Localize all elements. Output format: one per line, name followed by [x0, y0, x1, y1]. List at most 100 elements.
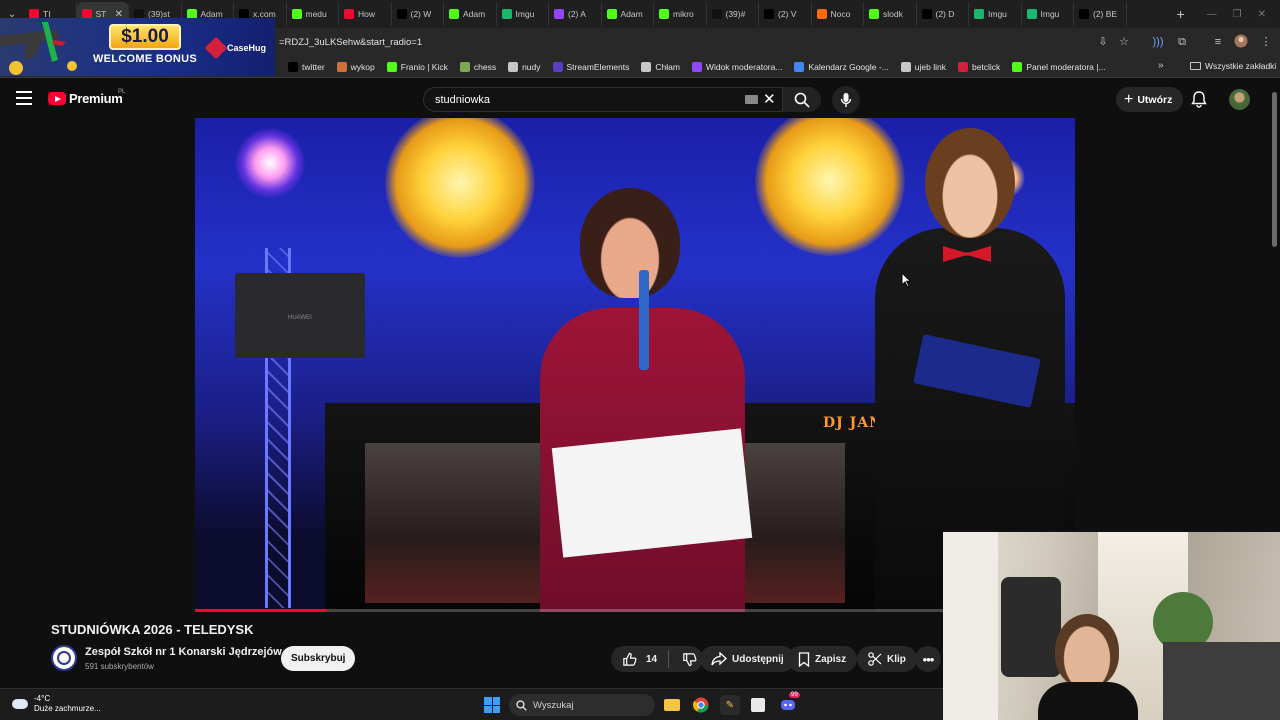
- tab-title: slodk: [883, 9, 903, 19]
- channel-name[interactable]: Zespół Szkół nr 1 Konarski Jędrzejów: [85, 646, 282, 658]
- browser-tab[interactable]: (2) W: [392, 2, 444, 26]
- search-icon: [516, 699, 527, 711]
- moving-head-light: [235, 128, 305, 198]
- search-button[interactable]: [783, 87, 821, 112]
- browser-tab[interactable]: slodk: [864, 2, 917, 26]
- browser-tab[interactable]: (39)#: [707, 2, 759, 26]
- youtube-logo[interactable]: Premium: [48, 91, 123, 106]
- browser-tab[interactable]: (2) V: [759, 2, 812, 26]
- like-count[interactable]: 14: [646, 654, 657, 665]
- more-actions-icon[interactable]: •••: [915, 646, 941, 672]
- subscribe-button[interactable]: Subskrybuj: [281, 646, 356, 671]
- obs-app-icon[interactable]: ✎: [720, 695, 740, 715]
- voice-search-button[interactable]: [832, 86, 860, 114]
- browser-tab[interactable]: (2) BE: [1074, 2, 1127, 26]
- bookmark-label: betclick: [971, 61, 1001, 72]
- chrome-icon[interactable]: [691, 695, 711, 715]
- bookmark-item[interactable]: twitter: [282, 61, 331, 72]
- bookmark-item[interactable]: nudy: [502, 61, 546, 72]
- extensions-puzzle-icon[interactable]: ⧉: [1174, 34, 1190, 50]
- bookmark-item[interactable]: Kalendarz Google -...: [788, 61, 894, 72]
- bookmark-label: Chłam: [655, 61, 680, 72]
- create-button[interactable]: + Utwórz: [1116, 87, 1184, 112]
- bookmark-label: StreamElements: [566, 61, 630, 72]
- bookmark-list: twitter wykop Franio | Kick chess nudy Stream…: [282, 61, 1112, 72]
- like-thumb-icon[interactable]: [622, 652, 637, 667]
- more-bookmarks-chevron-icon[interactable]: »: [1158, 60, 1164, 71]
- search-input[interactable]: studniowka: [423, 87, 783, 112]
- browser-tab[interactable]: Imgu: [969, 2, 1022, 26]
- tab-title: How: [358, 9, 376, 19]
- tab-title: (2) V: [778, 9, 797, 19]
- chrome-menu-icon[interactable]: ⋮: [1258, 34, 1274, 50]
- tab-title: (2) BE: [1093, 9, 1118, 19]
- save-button[interactable]: Zapisz: [787, 646, 858, 672]
- bookmark-item[interactable]: Panel moderatora |...: [1006, 61, 1111, 72]
- keyboard-icon[interactable]: [745, 95, 758, 104]
- imgur-icon: [974, 9, 984, 19]
- channel-avatar[interactable]: [51, 645, 77, 671]
- media-controls-icon[interactable]: ≡: [1210, 34, 1226, 50]
- bookmark-item[interactable]: Chłam: [635, 61, 686, 72]
- page-scrollbar[interactable]: [1272, 92, 1277, 247]
- browser-tab[interactable]: Imgu: [497, 2, 549, 26]
- bookmark-label: twitter: [302, 61, 325, 72]
- browser-tab[interactable]: (2) D: [917, 2, 969, 26]
- profile-icon[interactable]: [1233, 34, 1249, 50]
- browser-tab[interactable]: Imgu: [1022, 2, 1074, 26]
- bookmark-star-icon[interactable]: ☆: [1116, 34, 1132, 50]
- hamburger-menu-icon[interactable]: [16, 91, 32, 105]
- casehug-ad-banner[interactable]: $1.00 WELCOME BONUS CaseHug: [0, 18, 275, 76]
- browser-tab[interactable]: How: [339, 2, 392, 26]
- tab-title: Adam: [620, 9, 643, 19]
- bookmark-item[interactable]: wykop: [331, 61, 381, 72]
- scissors-icon: [868, 652, 882, 666]
- like-dislike-group: 14: [611, 646, 703, 672]
- notifications-bell-icon[interactable]: [1191, 90, 1207, 113]
- kick-icon: [659, 9, 669, 19]
- bookmark-item[interactable]: StreamElements: [547, 61, 636, 72]
- address-bar[interactable]: =RDZJ_3uLKSehw&start_radio=1: [275, 31, 1145, 53]
- windows-start-icon[interactable]: [484, 697, 500, 713]
- imgur-icon: [1026, 9, 1037, 19]
- bookmark-item[interactable]: ujeb link: [895, 61, 952, 72]
- bookmark-item[interactable]: Widok moderatora...: [686, 61, 789, 72]
- x-icon: [764, 9, 774, 19]
- imgur-icon: [501, 9, 512, 19]
- new-tab-plus-icon[interactable]: +: [1169, 6, 1193, 22]
- browser-tab[interactable]: Adam: [444, 2, 497, 26]
- dislike-thumb-icon[interactable]: [682, 652, 697, 667]
- all-bookmarks-folder[interactable]: Wszystkie zakładki: [1184, 61, 1280, 71]
- bookmark-item[interactable]: Franio | Kick: [381, 61, 454, 72]
- maximize-icon[interactable]: ❐: [1233, 9, 1242, 20]
- ad-welcome-text: WELCOME BONUS: [92, 53, 198, 65]
- browser-tab[interactable]: Noco: [812, 2, 864, 26]
- clear-search-icon[interactable]: ✕: [763, 90, 776, 108]
- bookmark-item[interactable]: chess: [454, 61, 502, 72]
- share-button[interactable]: Udostępnij: [700, 646, 795, 672]
- taskbar-search-input[interactable]: Wyszukaj: [509, 694, 655, 716]
- browser-tab[interactable]: medu: [287, 2, 339, 26]
- browser-tab[interactable]: (2) A: [549, 2, 602, 26]
- temperature-text: -4°C: [34, 694, 51, 703]
- minimize-icon[interactable]: —: [1207, 9, 1217, 20]
- weather-widget[interactable]: -4°C Duże zachmurze...: [9, 694, 101, 714]
- diploma-folder: [551, 428, 753, 558]
- youtube-brand-label: Premium: [69, 91, 123, 106]
- extension-wave-icon[interactable]: ))): [1150, 34, 1166, 50]
- clip-button[interactable]: Klip: [857, 646, 917, 672]
- bookmark-item[interactable]: betclick: [952, 61, 1006, 72]
- video-title: STUDNIÓWKA 2026 - TELEDYSK: [51, 622, 254, 637]
- account-avatar[interactable]: [1229, 89, 1250, 110]
- file-explorer-icon[interactable]: [662, 695, 682, 715]
- browser-tab[interactable]: Adam: [602, 2, 654, 26]
- discord-icon[interactable]: 99: [778, 692, 800, 715]
- bookmark-label: ujeb link: [914, 61, 946, 72]
- tab-title: (2) D: [935, 9, 955, 19]
- install-app-icon[interactable]: ⇩: [1095, 34, 1111, 50]
- share-label: Udostępnij: [732, 653, 784, 665]
- recording-app-icon[interactable]: [748, 695, 768, 715]
- ad-brand-label: CaseHug: [227, 43, 267, 53]
- close-window-icon[interactable]: ✕: [1258, 9, 1266, 20]
- browser-tab[interactable]: mikro: [654, 2, 707, 26]
